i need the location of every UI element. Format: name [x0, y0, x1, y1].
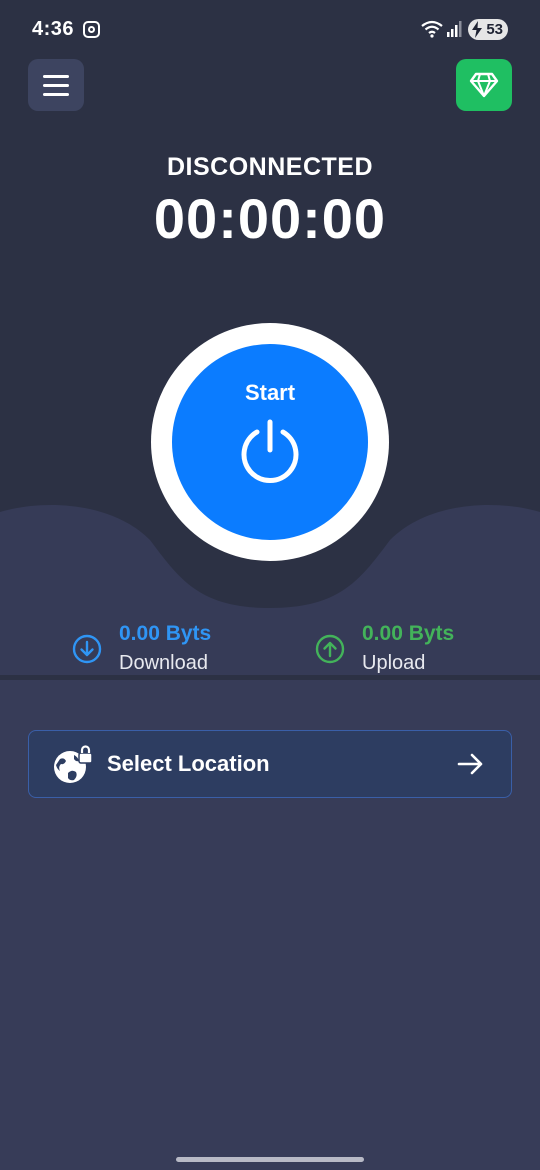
menu-button[interactable]	[28, 59, 84, 111]
signal-icon	[447, 21, 462, 37]
premium-button[interactable]	[456, 59, 512, 111]
select-location-label: Select Location	[107, 751, 270, 776]
connection-status: DISCONNECTED	[166, 153, 373, 181]
power-label: Start	[244, 380, 296, 405]
vpn-home-screen: 4:36 53 DISCONNECTED 00:00:00 Start 0.00…	[0, 0, 540, 1170]
arrow-down-circle-icon	[72, 634, 102, 664]
battery-level: 53	[486, 21, 503, 38]
hamburger-line	[43, 83, 69, 87]
upload-value: 0.00 Byts	[362, 622, 455, 645]
instagram-icon	[83, 21, 100, 38]
power-icon	[241, 419, 299, 483]
status-bar: 4:36 53	[0, 0, 540, 58]
power-button[interactable]: Start	[172, 344, 368, 540]
arrow-right-icon	[457, 753, 483, 775]
download-label: Download	[119, 652, 208, 674]
home-indicator[interactable]	[176, 1157, 364, 1162]
connection-timer: 00:00:00	[153, 187, 387, 250]
upload-label: Upload	[362, 652, 426, 674]
battery-charging-icon	[472, 21, 482, 38]
wifi-icon	[421, 20, 443, 38]
globe-lock-icon	[54, 745, 93, 783]
hamburger-menu-icon	[43, 74, 69, 78]
battery-indicator: 53	[468, 19, 508, 40]
arrow-up-circle-icon	[315, 634, 345, 664]
status-time: 4:36	[32, 18, 75, 40]
download-value: 0.00 Byts	[119, 622, 212, 645]
select-location-button[interactable]: Select Location	[28, 730, 512, 798]
diamond-icon	[469, 72, 499, 98]
hamburger-line	[43, 92, 69, 96]
